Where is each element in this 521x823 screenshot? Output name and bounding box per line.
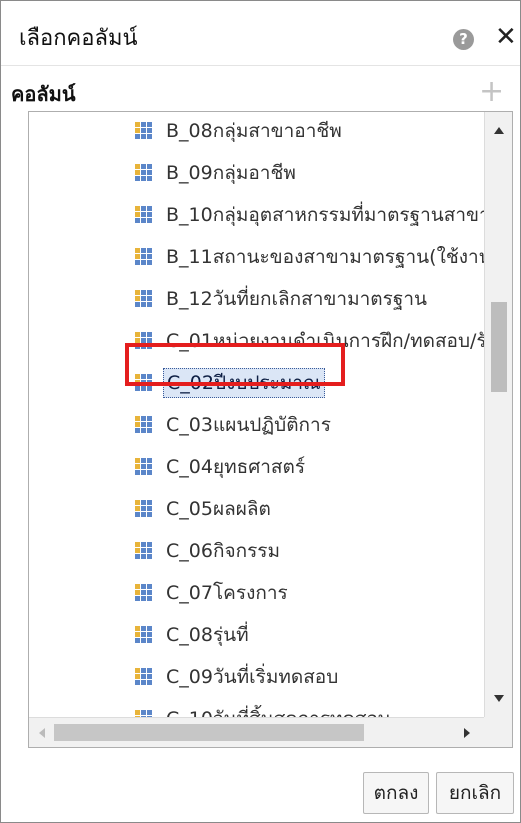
table-column-icon [135,164,153,182]
ok-button[interactable]: ตกลง [363,772,429,814]
column-item-label: C_06กิจกรรม [166,540,281,562]
vertical-scrollbar[interactable] [484,112,512,717]
columns-section-label: คอลัมน์ [11,82,76,106]
column-item-label: B_09กลุ่มอาชีพ [166,162,296,184]
vertical-scroll-thumb[interactable] [491,302,507,392]
column-item-label: C_09วันที่เริ่มทดสอบ [166,666,339,688]
highlight-box [125,343,345,386]
table-column-icon [135,542,153,560]
table-column-icon [135,710,153,717]
table-column-icon [135,458,153,476]
select-columns-dialog: เลือกคอลัมน์ ? ✕ คอลัมน์ + B_08กลุ่มสาขา… [0,0,521,823]
column-item-label: C_03แผนปฏิบัติการ [166,414,331,436]
scrollbar-corner [484,717,512,747]
scroll-right-arrow-icon[interactable] [464,728,470,738]
column-item-label: B_10กลุ่มอุตสาหกรรมที่มาตรฐานสาขานี้ [166,204,484,226]
horizontal-scroll-thumb[interactable] [54,724,364,741]
scroll-left-arrow-icon[interactable] [39,728,45,738]
table-column-icon [135,416,153,434]
dialog-title: เลือกคอลัมน์ [19,26,138,51]
table-column-icon [135,122,153,140]
close-icon[interactable]: ✕ [495,23,517,51]
column-item-label: C_05ผลผลิต [166,498,271,520]
column-item-label: B_11สถานะของสาขามาตรฐาน(ใช้งานหรื [166,246,484,268]
dialog-titlebar: เลือกคอลัมน์ ? ✕ [1,1,520,66]
scroll-down-arrow-icon[interactable] [494,695,504,702]
column-item-label: C_08รุ่นที่ [166,624,249,646]
horizontal-scrollbar[interactable] [29,717,484,747]
help-icon[interactable]: ? [453,29,474,50]
column-item-label: B_12วันที่ยกเลิกสาขามาตรฐาน [166,288,427,310]
column-item-label: C_04ยุทธศาสตร์ [166,456,306,478]
table-column-icon [135,500,153,518]
scroll-up-arrow-icon[interactable] [494,127,504,134]
table-column-icon [135,206,153,224]
columns-listbox[interactable]: B_08กลุ่มสาขาอาชีพ B_09กลุ่มอาชีพ B_10กลุ่… [28,111,513,748]
column-item-label: C_10วันที่สิ้นสุดการทดสอบ [166,705,390,717]
table-column-icon [135,668,153,686]
add-icon[interactable]: + [479,75,504,109]
table-column-icon [135,626,153,644]
table-column-icon [135,248,153,266]
column-item-label: C_07โครงการ [166,582,288,604]
table-column-icon [135,290,153,308]
table-column-icon [135,584,153,602]
column-item-label: B_08กลุ่มสาขาอาชีพ [166,120,342,142]
cancel-button[interactable]: ยกเลิก [436,772,514,814]
column-list: B_08กลุ่มสาขาอาชีพ B_09กลุ่มอาชีพ B_10กลุ่… [29,112,484,717]
